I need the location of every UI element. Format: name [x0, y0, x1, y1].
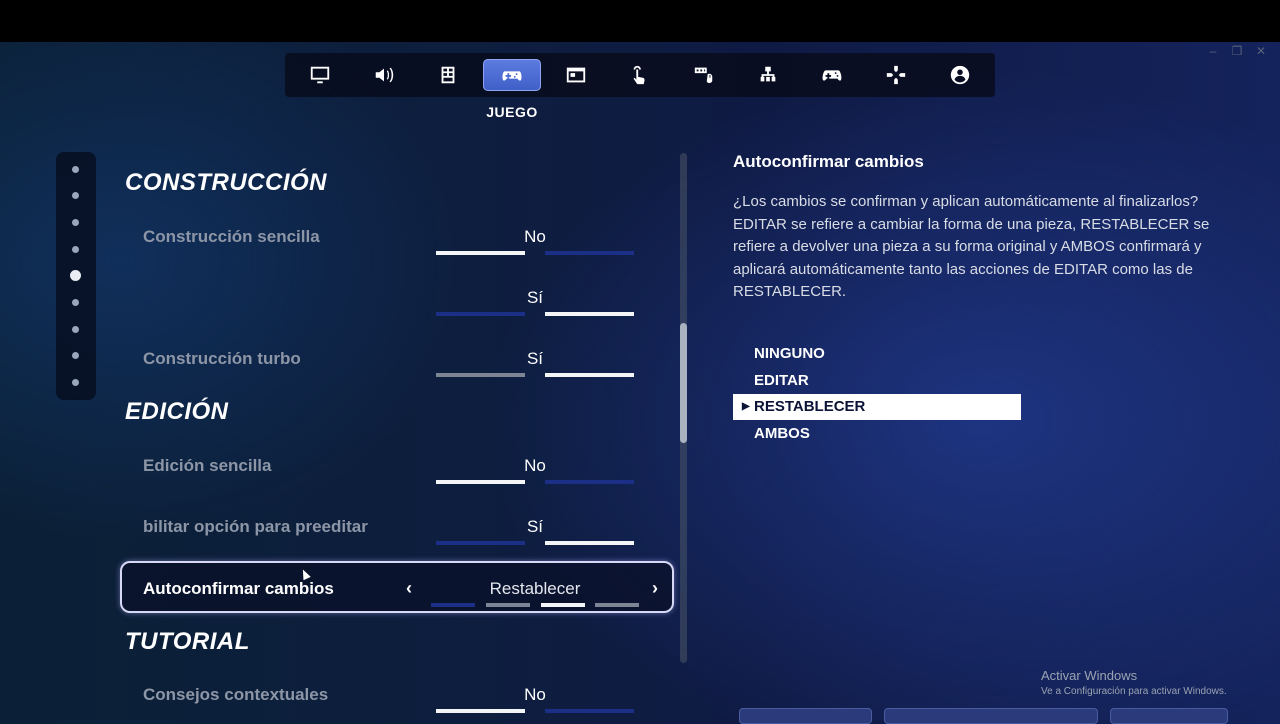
chevron-right-icon[interactable]: ›	[652, 578, 658, 599]
monitor-icon	[310, 66, 330, 84]
option-editar[interactable]: EDITAR	[733, 368, 1021, 394]
option-segment	[431, 603, 475, 607]
section-title-tutorial: TUTORIAL	[125, 628, 250, 655]
setting-label-consejos[interactable]: Consejos contextuales	[143, 685, 328, 705]
toggle-bar-on	[545, 312, 634, 316]
toggle-bar-off	[436, 373, 525, 377]
speaker-icon	[375, 67, 394, 83]
setting-label-construccion-sencilla[interactable]: Construcción sencilla	[143, 227, 320, 247]
option-restablecer[interactable]: ▶ RESTABLECER	[733, 394, 1021, 420]
hierarchy-icon	[760, 66, 776, 82]
restore-icon[interactable]: ❐	[1230, 44, 1244, 58]
option-ninguno[interactable]: NINGUNO	[733, 341, 1021, 367]
tab-controls[interactable]	[739, 59, 797, 91]
option-segment	[595, 603, 639, 607]
settings-scrollbar[interactable]	[680, 153, 687, 663]
gamepad-settings-icon	[502, 71, 522, 81]
grid-icon	[441, 66, 455, 84]
toggle-bar-on	[545, 480, 634, 484]
top-black-bar	[0, 0, 1280, 42]
section-navigation-rail	[56, 152, 96, 400]
toggle-bar-on	[545, 373, 634, 377]
active-tab-caption: JUEGO	[486, 104, 538, 120]
caret-right-icon: ▶	[742, 401, 750, 412]
section-title-edicion: EDICIÓN	[125, 398, 229, 425]
setting-value-edicion-sencilla[interactable]: No	[436, 456, 634, 476]
option-segment-selected	[541, 603, 585, 607]
window-icon	[566, 67, 586, 83]
section-dot[interactable]	[72, 379, 79, 386]
section-dot[interactable]	[72, 246, 79, 253]
section-dot[interactable]	[72, 219, 79, 226]
setting-value-unlabeled[interactable]: Sí	[436, 288, 634, 308]
account-icon	[950, 65, 970, 85]
setting-label-construccion-turbo[interactable]: Construcción turbo	[143, 349, 301, 369]
setting-value-construccion-turbo[interactable]: Sí	[436, 349, 634, 369]
bottom-action-button[interactable]	[1110, 708, 1228, 724]
bottom-action-button[interactable]	[884, 708, 1098, 724]
setting-label-preeditar[interactable]: bilitar opción para preeditar	[143, 517, 368, 537]
detail-title: Autoconfirmar cambios	[733, 152, 924, 171]
touch-icon	[633, 65, 645, 85]
option-label: RESTABLECER	[754, 398, 866, 415]
toggle-bar-on	[545, 251, 634, 255]
section-title-construccion: CONSTRUCCIÓN	[125, 169, 327, 196]
tab-account[interactable]	[931, 59, 989, 91]
toggle-bar-off	[436, 541, 525, 545]
toggle-bar-on	[545, 709, 634, 713]
setting-value-consejos[interactable]: No	[436, 685, 634, 705]
tab-video[interactable]	[291, 59, 349, 91]
settings-tab-bar	[285, 53, 995, 97]
dpad-icon	[886, 65, 906, 85]
tab-touch[interactable]	[611, 59, 669, 91]
window-controls: – ❐ ✕	[1206, 44, 1268, 58]
option-ambos[interactable]: AMBOS	[733, 421, 1021, 447]
option-label: NINGUNO	[754, 345, 825, 362]
watermark-line1: Activar Windows	[1041, 668, 1138, 683]
tab-keyboard-mouse[interactable]	[675, 59, 733, 91]
watermark-line2: Ve a Configuración para activar Windows.	[1041, 686, 1227, 697]
close-icon[interactable]: ✕	[1254, 44, 1268, 58]
scrollbar-thumb[interactable]	[680, 323, 687, 443]
toggle-bar-off	[436, 251, 525, 255]
section-dot[interactable]	[72, 192, 79, 199]
setting-label-autoconfirmar[interactable]: Autoconfirmar cambios	[143, 579, 334, 599]
setting-value-autoconfirmar[interactable]: Restablecer	[436, 579, 634, 599]
bottom-action-button[interactable]	[739, 708, 872, 724]
option-label: AMBOS	[754, 425, 810, 442]
option-segment	[486, 603, 530, 607]
option-label: EDITAR	[754, 372, 809, 389]
section-dot-active[interactable]	[70, 270, 81, 281]
chevron-left-icon[interactable]: ‹	[406, 578, 412, 599]
toggle-bar-off	[436, 312, 525, 316]
tab-game[interactable]	[483, 59, 541, 91]
activate-windows-watermark: Activar Windows Ve a Configuración para …	[1041, 668, 1227, 697]
tab-controller-bindings[interactable]	[867, 59, 925, 91]
setting-value-construccion-sencilla[interactable]: No	[436, 227, 634, 247]
toggle-bar-off	[436, 709, 525, 713]
setting-value-preeditar[interactable]: Sí	[436, 517, 634, 537]
detail-description: ¿Los cambios se confirman y aplican auto…	[733, 193, 1210, 301]
keyboard-mouse-icon	[694, 67, 713, 84]
section-dot[interactable]	[72, 326, 79, 333]
section-dot[interactable]	[72, 299, 79, 306]
section-dot[interactable]	[72, 352, 79, 359]
tab-accessibility[interactable]	[419, 59, 477, 91]
tab-controller[interactable]	[803, 59, 861, 91]
setting-label-edicion-sencilla[interactable]: Edición sencilla	[143, 456, 272, 476]
section-dot[interactable]	[72, 166, 79, 173]
minimize-icon[interactable]: –	[1206, 44, 1220, 58]
controller-icon	[822, 70, 842, 81]
toggle-bar-on	[545, 541, 634, 545]
tab-hud[interactable]	[547, 59, 605, 91]
tab-audio[interactable]	[355, 59, 413, 91]
toggle-bar-off	[436, 480, 525, 484]
